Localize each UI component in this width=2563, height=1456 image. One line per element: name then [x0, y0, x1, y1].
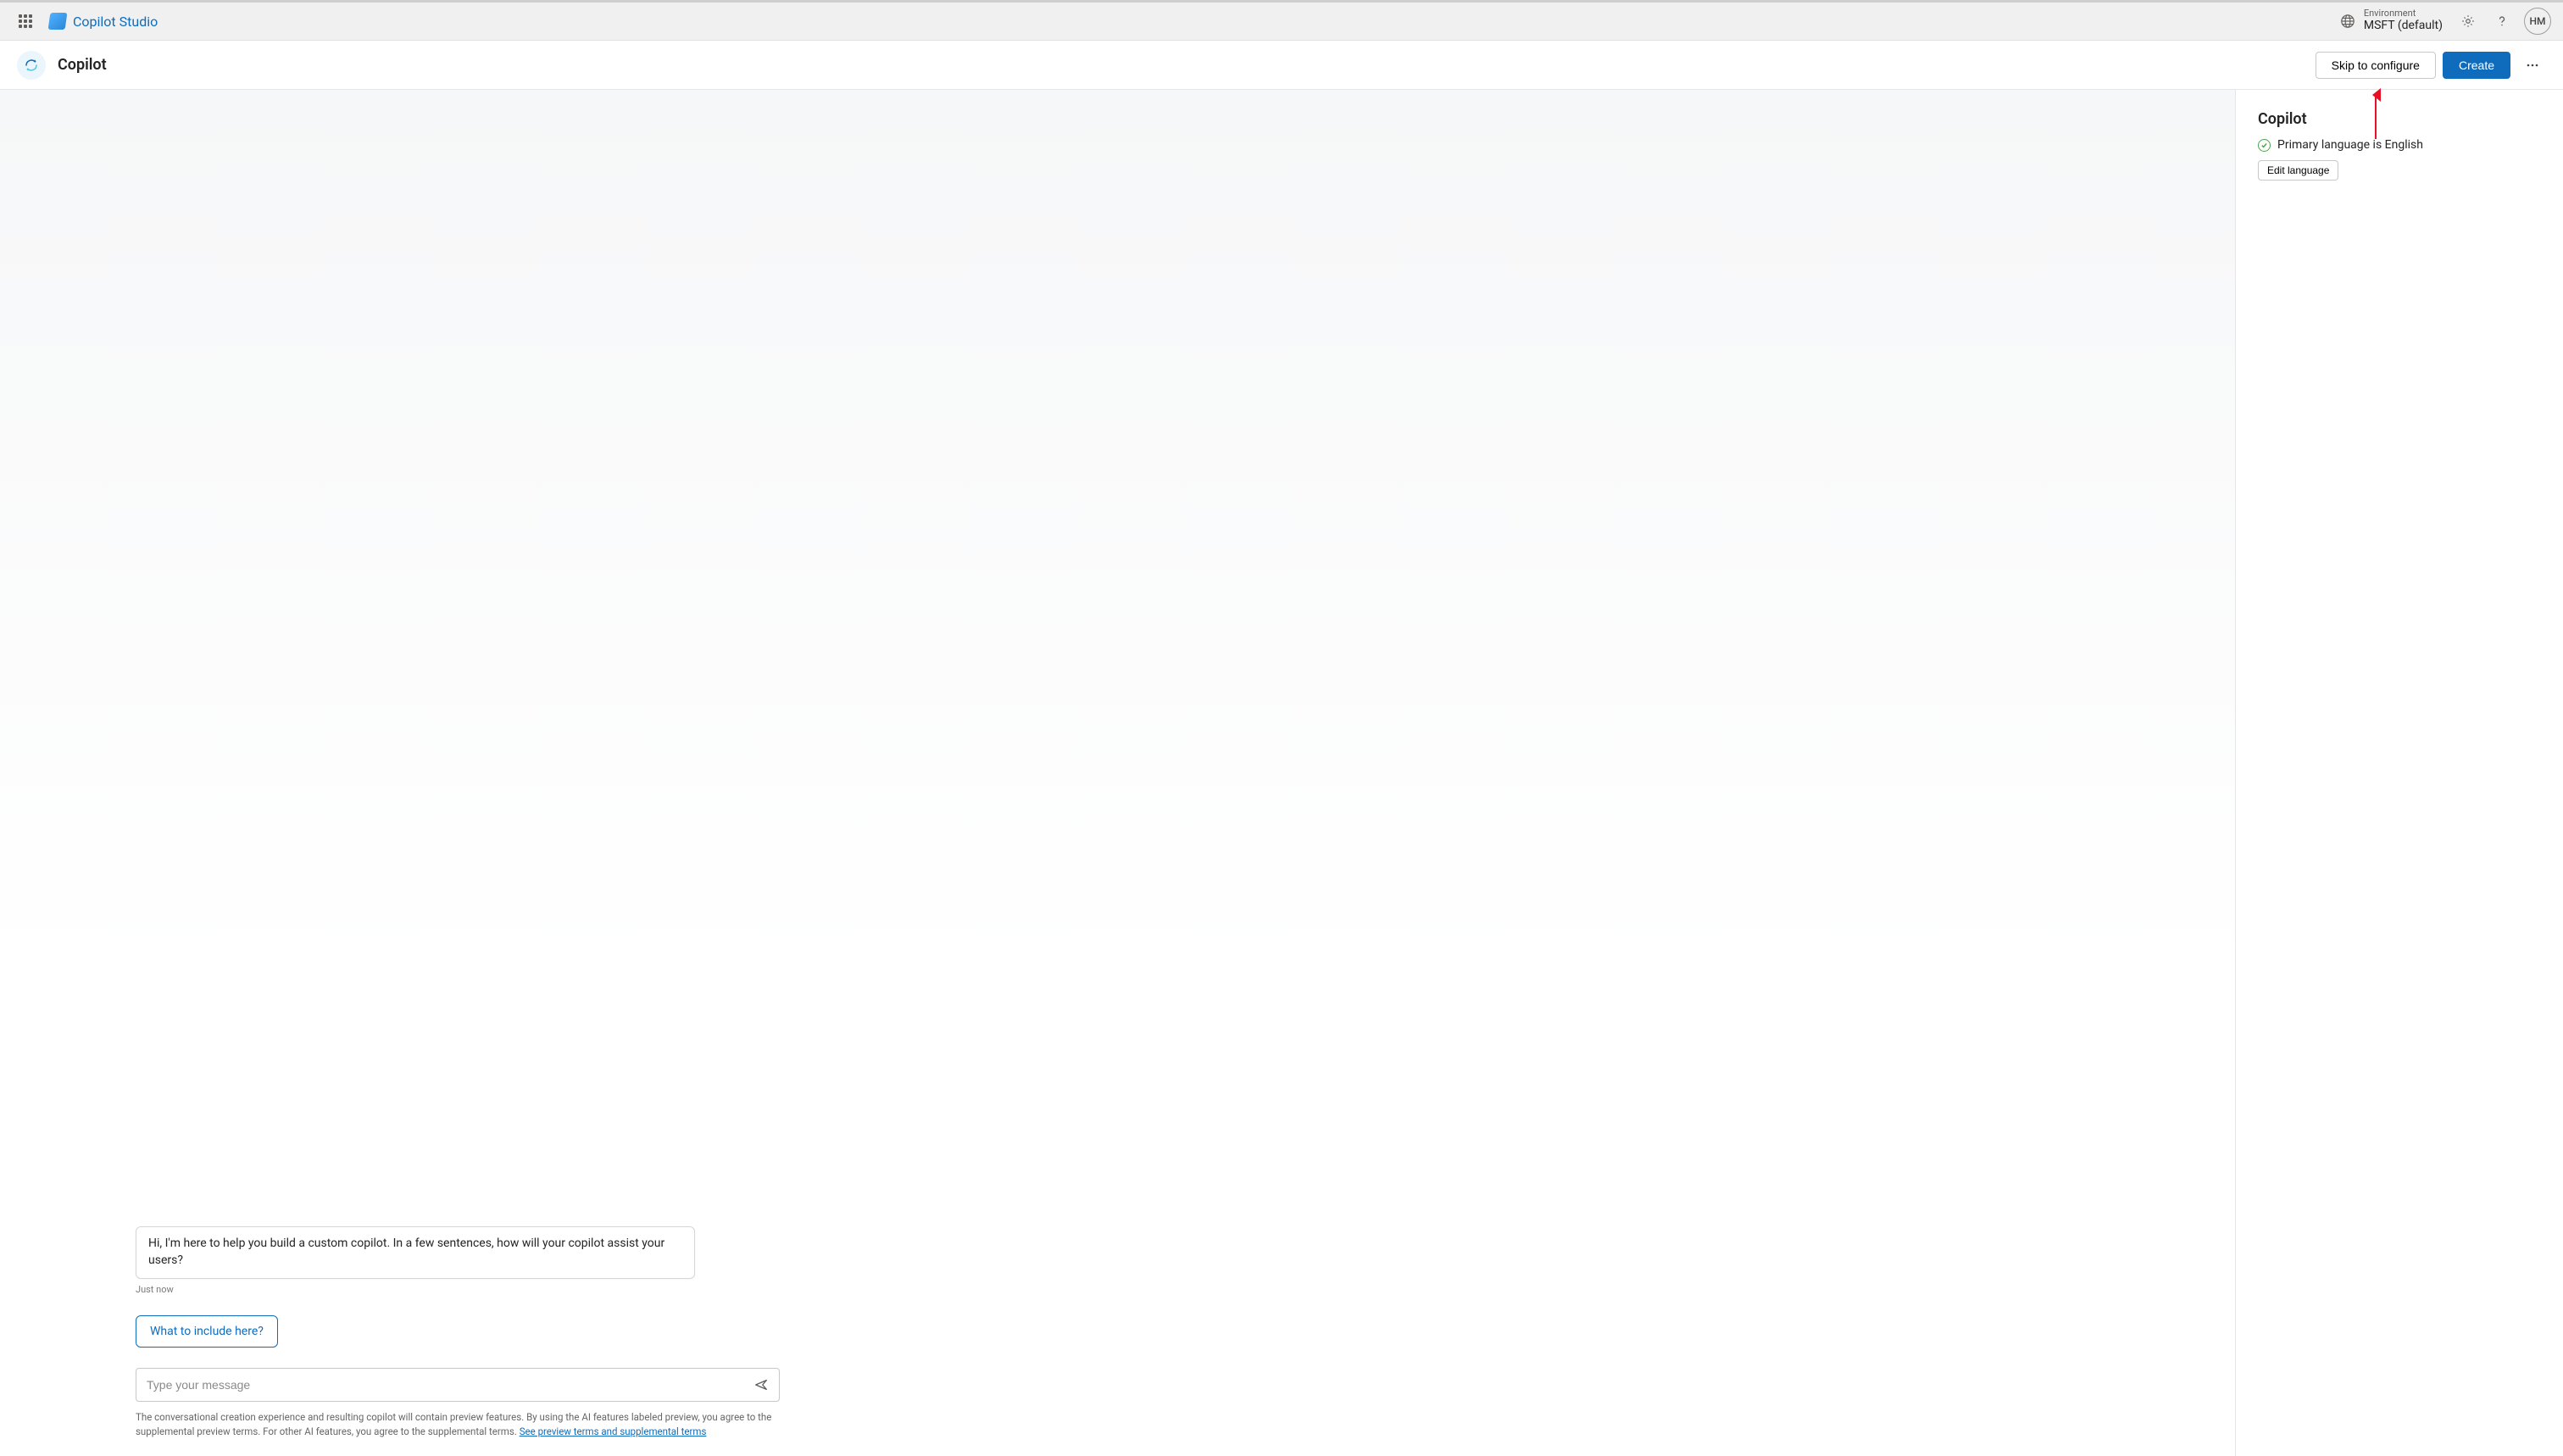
language-status-row: Primary language is English: [2258, 138, 2541, 152]
environment-label: Environment: [2364, 8, 2443, 18]
product-name: Copilot Studio: [73, 14, 158, 30]
avatar-initials: HM: [2529, 15, 2545, 27]
compose-area: The conversational creation experience a…: [0, 1356, 2235, 1456]
gear-icon: [2460, 14, 2476, 29]
edit-language-button[interactable]: Edit language: [2258, 160, 2338, 181]
user-avatar[interactable]: HM: [2524, 8, 2551, 35]
command-bar: Copilot Skip to configure Create: [0, 41, 2563, 90]
question-icon: [2494, 14, 2510, 29]
environment-value: MSFT (default): [2364, 18, 2443, 33]
help-button[interactable]: [2485, 4, 2519, 38]
brand-home-link[interactable]: Copilot Studio: [49, 13, 158, 30]
send-icon: [753, 1377, 769, 1392]
message-input[interactable]: [136, 1368, 780, 1402]
language-status-text: Primary language is English: [2277, 138, 2423, 152]
settings-button[interactable]: [2451, 4, 2485, 38]
page-title: Copilot: [58, 56, 107, 74]
assistant-message-bubble: Hi, I'm here to help you build a custom …: [136, 1226, 695, 1278]
more-actions-button[interactable]: [2519, 52, 2546, 79]
message-timestamp: Just now: [136, 1284, 2235, 1295]
quick-reply-suggestion[interactable]: What to include here?: [136, 1315, 278, 1348]
preview-terms-link[interactable]: See preview terms and supplemental terms: [520, 1425, 707, 1437]
copilot-spark-avatar: [17, 51, 46, 80]
waffle-icon: [19, 14, 32, 28]
checkmark-circle-icon: [2258, 139, 2271, 152]
globe-icon: [2340, 14, 2355, 29]
environment-text: Environment MSFT (default): [2364, 8, 2443, 33]
environment-picker[interactable]: Environment MSFT (default): [2332, 5, 2451, 36]
side-pane-title: Copilot: [2258, 110, 2541, 128]
send-button[interactable]: [748, 1371, 775, 1398]
top-navigation-bar: Copilot Studio Environment MSFT (default…: [0, 0, 2563, 41]
create-button[interactable]: Create: [2443, 52, 2510, 79]
chat-pane: Hi, I'm here to help you build a custom …: [0, 90, 2236, 1456]
preview-disclaimer: The conversational creation experience a…: [136, 1410, 780, 1440]
copilot-studio-logo-icon: [48, 13, 68, 30]
skip-to-configure-button[interactable]: Skip to configure: [2316, 52, 2436, 79]
properties-pane: Copilot Primary language is English Edit…: [2236, 90, 2563, 1456]
content-area: Hi, I'm here to help you build a custom …: [0, 90, 2563, 1456]
app-launcher-button[interactable]: [12, 8, 39, 35]
chat-stream: Hi, I'm here to help you build a custom …: [0, 90, 2235, 1356]
ellipsis-icon: [2526, 58, 2539, 72]
sparkle-refresh-icon: [24, 58, 39, 73]
